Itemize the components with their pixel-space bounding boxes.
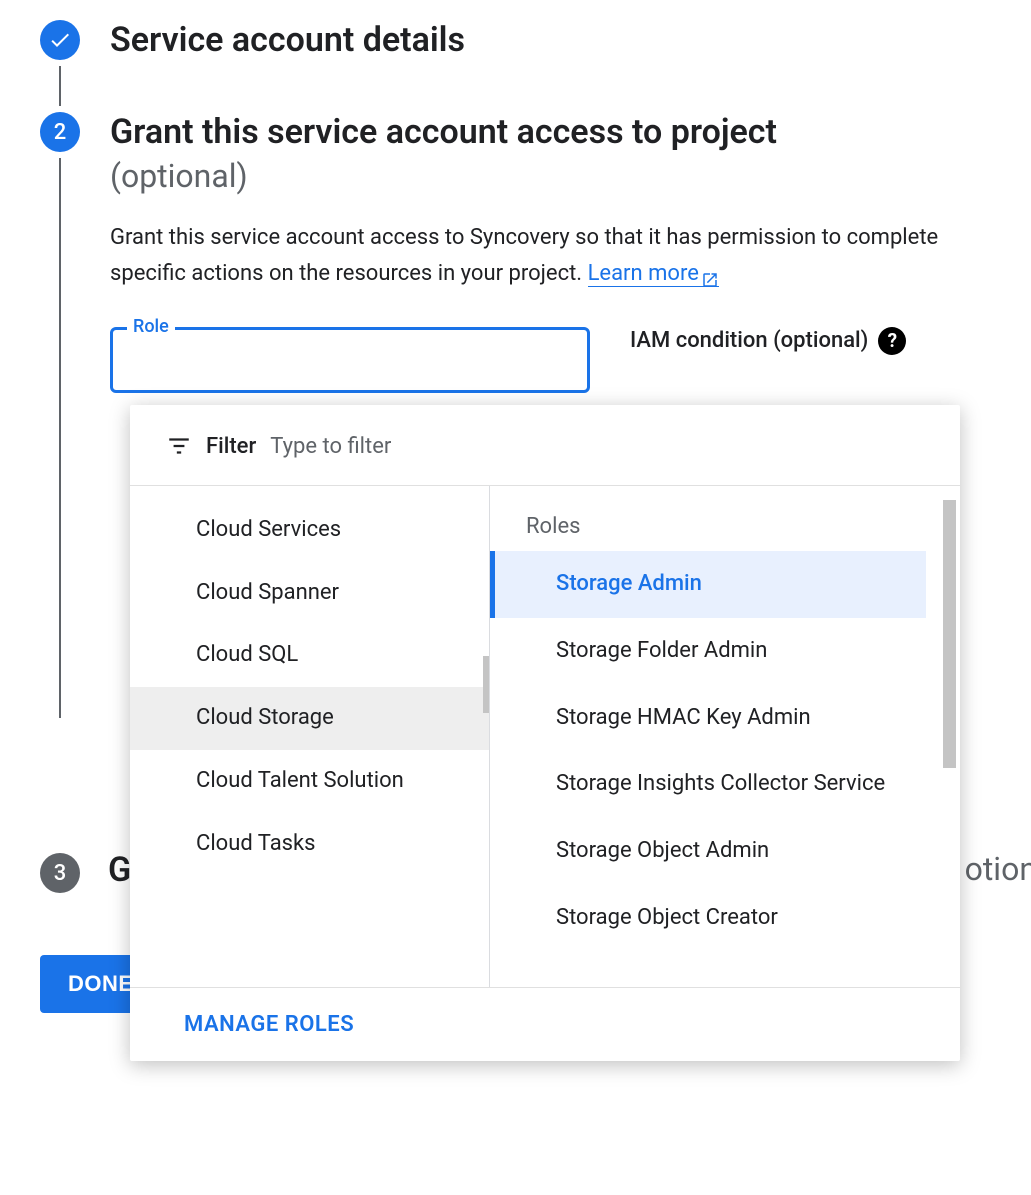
check-icon [40, 20, 80, 60]
step-2-title: Grant this service account access to pro… [110, 110, 1031, 198]
category-item[interactable]: Cloud Spanner [130, 562, 489, 625]
external-link-icon [701, 265, 719, 283]
category-item[interactable]: Cloud SQL [130, 624, 489, 687]
filter-label: Filter [206, 434, 256, 459]
step-3: 3 [40, 853, 80, 893]
role-item-selected[interactable]: Storage Admin [490, 551, 926, 618]
category-item[interactable]: Cloud Tasks [130, 813, 489, 876]
role-item[interactable]: Storage HMAC Key Admin [490, 685, 960, 752]
step-3-optional-fragment: otion [965, 850, 1031, 888]
step-2-description: Grant this service account access to Syn… [110, 220, 1010, 290]
role-field-label: Role [127, 316, 175, 337]
category-item[interactable]: Cloud Security Scanner [130, 486, 489, 499]
role-item[interactable]: Storage Object Admin [490, 818, 960, 885]
filter-bar[interactable]: Filter Type to filter [130, 405, 960, 486]
filter-input[interactable]: Type to filter [270, 434, 391, 459]
step-2-number: 2 [40, 112, 80, 152]
help-icon[interactable]: ? [878, 327, 906, 355]
category-item[interactable]: Cloud Talent Solution [130, 750, 489, 813]
left-scrollbar[interactable] [483, 656, 490, 713]
learn-more-link[interactable]: Learn more [588, 261, 719, 287]
right-scrollbar[interactable] [943, 500, 956, 768]
iam-condition-label: IAM condition (optional) ? [630, 327, 906, 355]
role-dropdown-panel: Filter Type to filter Cloud Security Sca… [130, 405, 960, 1061]
role-item[interactable]: Storage Object Creator [490, 885, 960, 952]
step-2-optional: (optional) [110, 157, 248, 195]
role-item[interactable]: Storage Folder Admin [490, 618, 960, 685]
manage-roles-link[interactable]: MANAGE ROLES [184, 1012, 354, 1037]
category-list[interactable]: Cloud Security Scanner Cloud Services Cl… [130, 486, 490, 987]
step-1-title[interactable]: Service account details [110, 18, 1031, 62]
role-item[interactable]: Storage Insights Collector Service [490, 751, 960, 818]
step-3-title-fragment: G [108, 850, 131, 890]
role-select[interactable]: Role [110, 327, 590, 393]
step-3-number: 3 [40, 853, 80, 893]
roles-header: Roles [490, 514, 960, 551]
filter-icon [166, 433, 192, 459]
roles-list[interactable]: Roles Storage Admin Storage Folder Admin… [490, 486, 960, 987]
category-item-selected[interactable]: Cloud Storage [130, 687, 489, 750]
step-1: Service account details [40, 20, 1031, 112]
category-item[interactable]: Cloud Services [130, 499, 489, 562]
